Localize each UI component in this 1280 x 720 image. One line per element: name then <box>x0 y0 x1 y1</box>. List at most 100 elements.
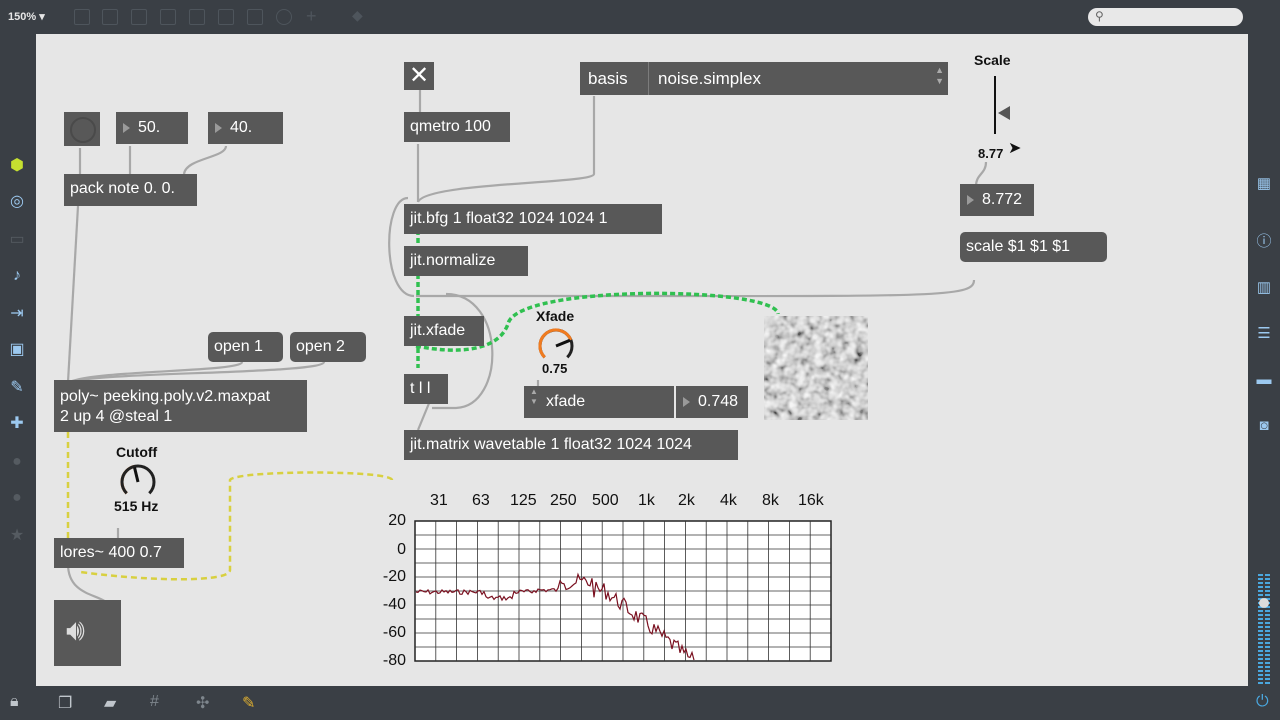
umenu-right-label: noise.simplex <box>658 69 761 88</box>
left-sidebar: ⬢ ◎ ▭ ♪ ⇥ ▣ ✎ ✚ ● ● ★ <box>0 34 34 686</box>
zoom-label: 150% <box>8 11 37 23</box>
power-icon[interactable]: ⏻ <box>1256 693 1269 711</box>
number-triangle-icon <box>123 123 130 133</box>
freq-label: 500 <box>592 492 619 509</box>
keyboard-icon[interactable]: ▦ <box>1248 174 1280 194</box>
new-object-icon[interactable] <box>102 9 118 25</box>
target-icon[interactable]: ◎ <box>0 192 34 212</box>
button-object[interactable] <box>64 112 100 146</box>
db-label: -80 <box>382 652 406 669</box>
puzzle-icon[interactable]: ✚ <box>0 414 34 434</box>
badge-icon[interactable]: ● <box>0 488 34 508</box>
bottom-toolbar: 🔒︎ ❐ ▰ # ✣ ✎ ⏻ <box>0 688 1280 720</box>
scale-message[interactable]: scale $1 $1 $1 <box>960 232 1107 262</box>
poly-line-2: 2 up 4 @steal 1 <box>60 408 173 425</box>
spectrum-plot <box>414 520 832 662</box>
presentation-icon[interactable] <box>74 9 90 25</box>
speaker-icon: 🔊︎ <box>66 614 85 647</box>
object-cube-icon[interactable]: ⬢ <box>0 156 34 176</box>
grid-icon[interactable] <box>247 9 263 25</box>
clip-icon[interactable]: ▭ <box>0 230 34 250</box>
scale-number-box[interactable]: 8.772 <box>960 184 1034 216</box>
windows-icon[interactable]: ❐ <box>58 693 72 713</box>
timer-icon[interactable] <box>276 9 292 25</box>
jit-matrix-object[interactable]: jit.matrix wavetable 1 float32 1024 1024 <box>404 430 738 460</box>
comment-icon[interactable] <box>131 9 147 25</box>
close-icon: ✕ <box>408 62 430 89</box>
freq-label: 63 <box>472 492 490 509</box>
level-meter <box>1256 574 1272 686</box>
reference-icon[interactable]: ▬ <box>1248 370 1280 390</box>
right-sidebar: ▦ ⓘ ▥ ☰ ▬ ◙ <box>1248 34 1280 686</box>
xfade-number-box[interactable]: 0.748 <box>676 386 748 418</box>
db-label: -40 <box>382 596 406 613</box>
list-icon[interactable]: ☰ <box>1248 324 1280 344</box>
umenu-left-label: basis <box>588 69 628 88</box>
music-note-icon[interactable]: ♪ <box>0 266 34 286</box>
open1-message[interactable]: open 1 <box>208 332 283 362</box>
jit-normalize-object[interactable]: jit.normalize <box>404 246 528 276</box>
grid-snap-icon[interactable]: # <box>150 693 159 711</box>
db-label: -60 <box>382 624 406 641</box>
lock-icon[interactable]: 🔒︎ <box>10 693 19 711</box>
ezdac-object[interactable]: 🔊︎ <box>54 600 121 666</box>
xfade-dial[interactable] <box>534 326 578 366</box>
poly-line-1: poly~ peeking.poly.v2.maxpat <box>60 388 271 405</box>
jit-bfg-object[interactable]: jit.bfg 1 float32 1024 1024 1 <box>404 204 662 234</box>
wrench-icon[interactable]: ✎ <box>242 693 255 713</box>
freq-axis: 31 63 125 250 500 1k 2k 4k 8k 16k <box>430 492 830 512</box>
scale-label: Scale <box>974 52 1011 68</box>
patcher-canvas[interactable]: 50. 40. pack note 0. 0. open 1 open 2 po… <box>36 34 1248 686</box>
pack-object[interactable]: pack note 0. 0. <box>64 174 197 206</box>
scale-value: 8.77 <box>978 146 1004 161</box>
cutoff-value: 515 Hz <box>114 498 159 514</box>
number-box-value: 40. <box>230 119 253 136</box>
qmetro-object[interactable]: qmetro 100 <box>404 112 510 142</box>
number-box-2[interactable]: 40. <box>208 112 283 144</box>
freq-label: 125 <box>510 492 537 509</box>
number-triangle-icon <box>215 123 222 133</box>
db-label: 20 <box>388 512 406 529</box>
db-axis: 20 0 -20 -40 -60 -80 <box>376 512 416 672</box>
db-label: 0 <box>397 541 406 558</box>
slider-knob-icon[interactable] <box>998 106 1010 120</box>
search-input[interactable]: ⚲ <box>1088 8 1243 26</box>
open2-message[interactable]: open 2 <box>290 332 366 362</box>
umenu-object[interactable]: basis noise.simplex ▲ ▼ <box>580 62 948 95</box>
freq-label: 31 <box>430 492 448 509</box>
star-icon[interactable]: ★ <box>0 526 34 546</box>
add-icon[interactable]: + <box>306 6 317 27</box>
patch-cord <box>66 563 107 603</box>
info-icon[interactable]: ⓘ <box>1248 232 1280 252</box>
poly-object[interactable]: poly~ peeking.poly.v2.maxpat 2 up 4 @ste… <box>54 380 307 432</box>
number-triangle-icon <box>967 195 974 205</box>
sequencer-icon[interactable]: ⇥ <box>0 304 34 324</box>
freq-label: 2k <box>678 492 695 509</box>
presentation-mode-icon[interactable]: ▰ <box>104 693 116 713</box>
link-icon[interactable] <box>218 9 234 25</box>
delete-icon[interactable] <box>160 9 176 25</box>
xfade-arc <box>538 328 573 359</box>
scale-slider[interactable] <box>994 76 996 134</box>
patch-cord <box>66 205 80 383</box>
debug-icon[interactable]: ✣ <box>196 693 209 713</box>
cutoff-dial[interactable] <box>116 462 160 502</box>
camera-icon[interactable]: ◙ <box>1248 416 1280 436</box>
zoom-menu[interactable]: 150% ▾ <box>8 10 45 23</box>
trigger-object[interactable]: t l l <box>404 374 448 404</box>
number-box-value: 8.772 <box>982 191 1023 208</box>
paperclip-icon[interactable]: ✎ <box>0 378 34 398</box>
live-menu-value: xfade <box>546 393 586 410</box>
lores-object[interactable]: lores~ 400 0.7 <box>54 538 184 568</box>
image-icon[interactable] <box>189 9 205 25</box>
jit-xfade-object[interactable]: jit.xfade <box>404 316 484 346</box>
inspector-icon[interactable]: ▥ <box>1248 278 1280 298</box>
paint-icon[interactable]: ◆ <box>352 7 363 24</box>
toggle-object[interactable]: ✕ <box>404 62 434 90</box>
db-label: -20 <box>382 568 406 585</box>
freq-label: 8k <box>762 492 779 509</box>
number-box-1[interactable]: 50. <box>116 112 188 144</box>
image-icon[interactable]: ▣ <box>0 340 34 360</box>
live-menu[interactable]: ▲ ▼ xfade <box>524 386 674 418</box>
circle-icon[interactable]: ● <box>0 452 34 472</box>
